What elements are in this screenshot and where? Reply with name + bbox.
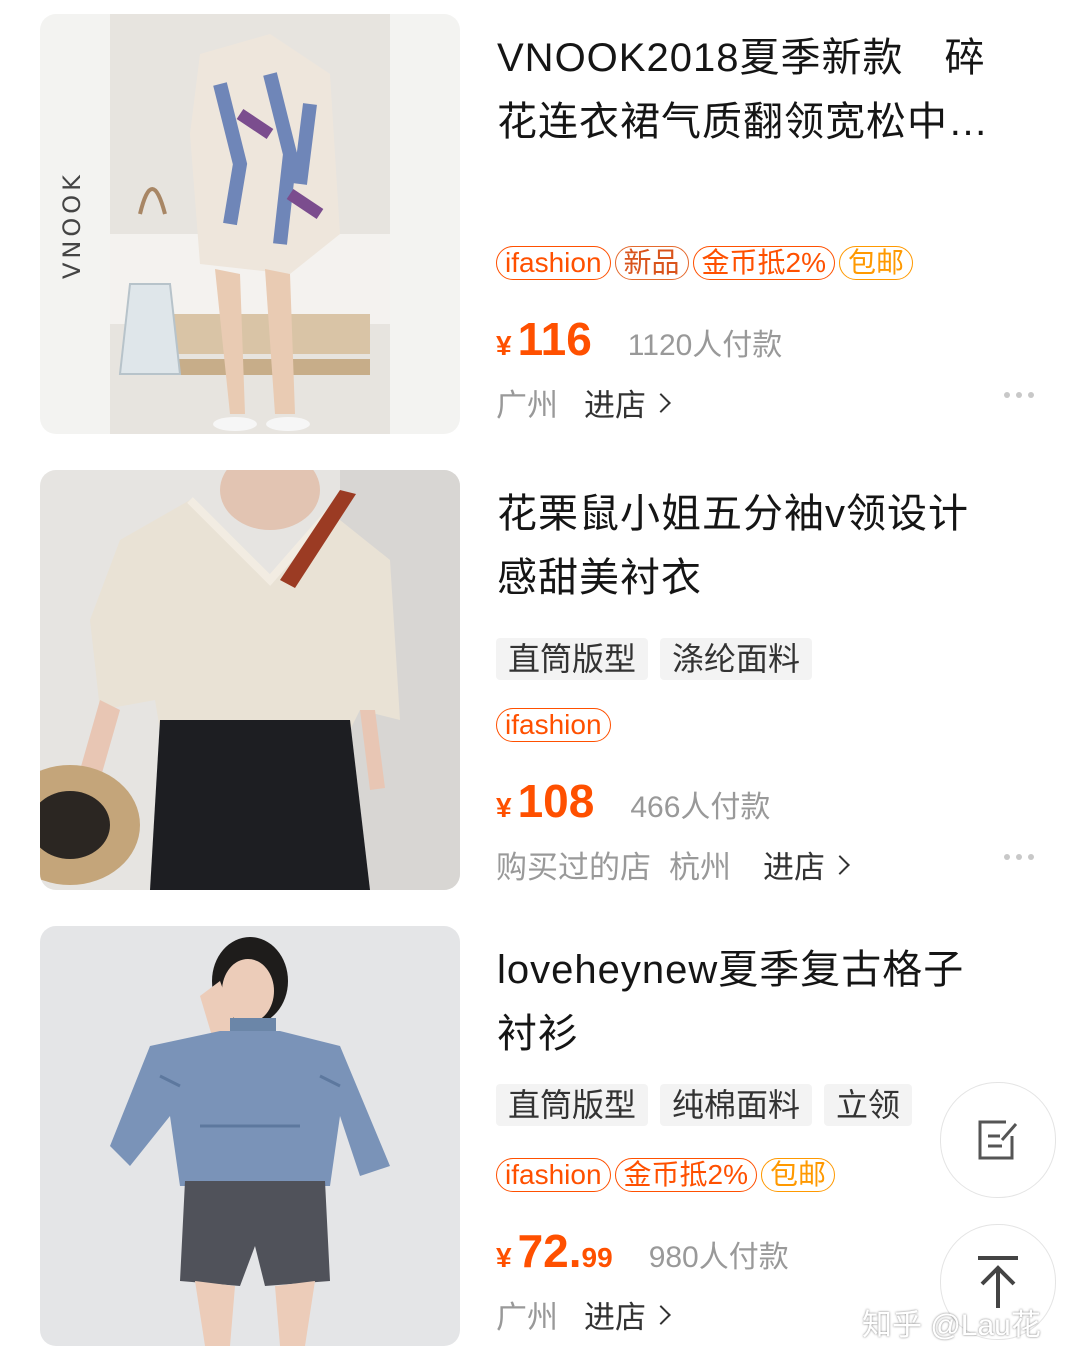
badge-coin-discount: 金币抵2% [614, 1158, 757, 1192]
shop-row: 广州 进店 [496, 1292, 671, 1337]
title-line: 衬衫 [497, 1012, 579, 1056]
title-line: VNOOK2018夏季新款 碎 [497, 36, 986, 80]
title-line: 花栗鼠小姐五分袖v领设计 [497, 492, 969, 536]
shop-row: 广州 进店 [496, 380, 671, 425]
badge-ifashion: ifashion [496, 708, 611, 742]
currency-symbol: ¥ [496, 792, 512, 823]
sales-count: 466人付款 [630, 791, 771, 824]
chevron-right-icon [651, 1304, 671, 1325]
attr-tag: 直筒版型 [496, 1084, 649, 1126]
price: 72. [517, 1225, 582, 1277]
enter-shop-label: 进店 [584, 1300, 646, 1335]
shop-row: 购买过的店 杭州 进店 [496, 842, 850, 887]
badge-ifashion: ifashion [496, 1158, 611, 1192]
enter-shop-link[interactable]: 进店 [763, 842, 850, 887]
watermark: 知乎 @Lau花 [862, 1309, 1041, 1342]
chevron-right-icon [830, 854, 850, 875]
attr-tag: 立领 [824, 1084, 913, 1126]
chevron-right-icon [651, 392, 671, 413]
price: 116 [517, 313, 592, 365]
promo-badges: ifashion 金币抵2% 包邮 [496, 1158, 836, 1192]
price-row: ¥ 108 466人付款 [496, 774, 770, 834]
promo-badges: ifashion 新品 金币抵2% 包邮 [496, 246, 914, 280]
brand-watermark: VNOOK [58, 171, 86, 279]
attribute-tags: 直筒版型 纯棉面料 立领 [496, 1084, 913, 1126]
shop-location: 广州 [496, 388, 558, 423]
product-card-1[interactable]: VNOOK VNOOK2018夏季新款 碎 花连衣裙气质翻领宽松中… ifash… [0, 0, 1080, 440]
badge-free-shipping: 包邮 [761, 1158, 836, 1192]
badge-new: 新品 [614, 246, 689, 280]
attr-tag: 直筒版型 [496, 638, 649, 680]
currency-symbol: ¥ [496, 330, 512, 361]
currency-symbol: ¥ [496, 1242, 512, 1273]
shop-location: 杭州 [669, 850, 731, 885]
shop-location: 广州 [496, 1300, 558, 1335]
sales-count: 1120人付款 [627, 329, 783, 362]
product-title[interactable]: 花栗鼠小姐五分袖v领设计 感甜美衬衣 [497, 482, 1017, 610]
enter-shop-label: 进店 [763, 850, 825, 885]
feedback-button[interactable] [940, 1082, 1056, 1198]
more-options-icon[interactable] [1004, 392, 1034, 398]
shop-note: 购买过的店 [496, 850, 651, 885]
product-image[interactable] [40, 470, 460, 890]
enter-shop-link[interactable]: 进店 [584, 380, 671, 425]
title-line: 花连衣裙气质翻领宽松中… [497, 100, 989, 144]
product-card-3[interactable]: loveheynew夏季复古格子 衬衫 直筒版型 纯棉面料 立领 ifashio… [0, 912, 1080, 1352]
price: 108 [517, 775, 595, 827]
attr-tag: 纯棉面料 [660, 1084, 813, 1126]
product-image[interactable] [40, 926, 460, 1346]
enter-shop-link[interactable]: 进店 [584, 1292, 671, 1337]
title-line: loveheynew夏季复古格子 [497, 948, 965, 992]
sales-count: 980人付款 [648, 1241, 789, 1274]
product-image[interactable]: VNOOK [40, 14, 460, 434]
price-row: ¥ 72. 99 980人付款 [496, 1224, 789, 1284]
product-title[interactable]: VNOOK2018夏季新款 碎 花连衣裙气质翻领宽松中… [497, 26, 1017, 154]
price-decimal: 99 [581, 1242, 613, 1273]
attr-tag: 涤纶面料 [660, 638, 813, 680]
more-options-icon[interactable] [1004, 854, 1034, 860]
enter-shop-label: 进店 [584, 388, 646, 423]
product-title[interactable]: loveheynew夏季复古格子 衬衫 [497, 938, 1017, 1066]
promo-badges: ifashion [496, 708, 611, 742]
badge-ifashion: ifashion [496, 246, 611, 280]
product-card-2[interactable]: 花栗鼠小姐五分袖v领设计 感甜美衬衣 直筒版型 涤纶面料 ifashion ¥ … [0, 456, 1080, 896]
edit-note-icon [978, 1120, 1018, 1160]
attribute-tags: 直筒版型 涤纶面料 [496, 638, 813, 680]
price-row: ¥ 116 1120人付款 [496, 312, 782, 372]
title-line: 感甜美衬衣 [497, 556, 702, 600]
badge-coin-discount: 金币抵2% [692, 246, 836, 280]
badge-free-shipping: 包邮 [839, 246, 914, 280]
